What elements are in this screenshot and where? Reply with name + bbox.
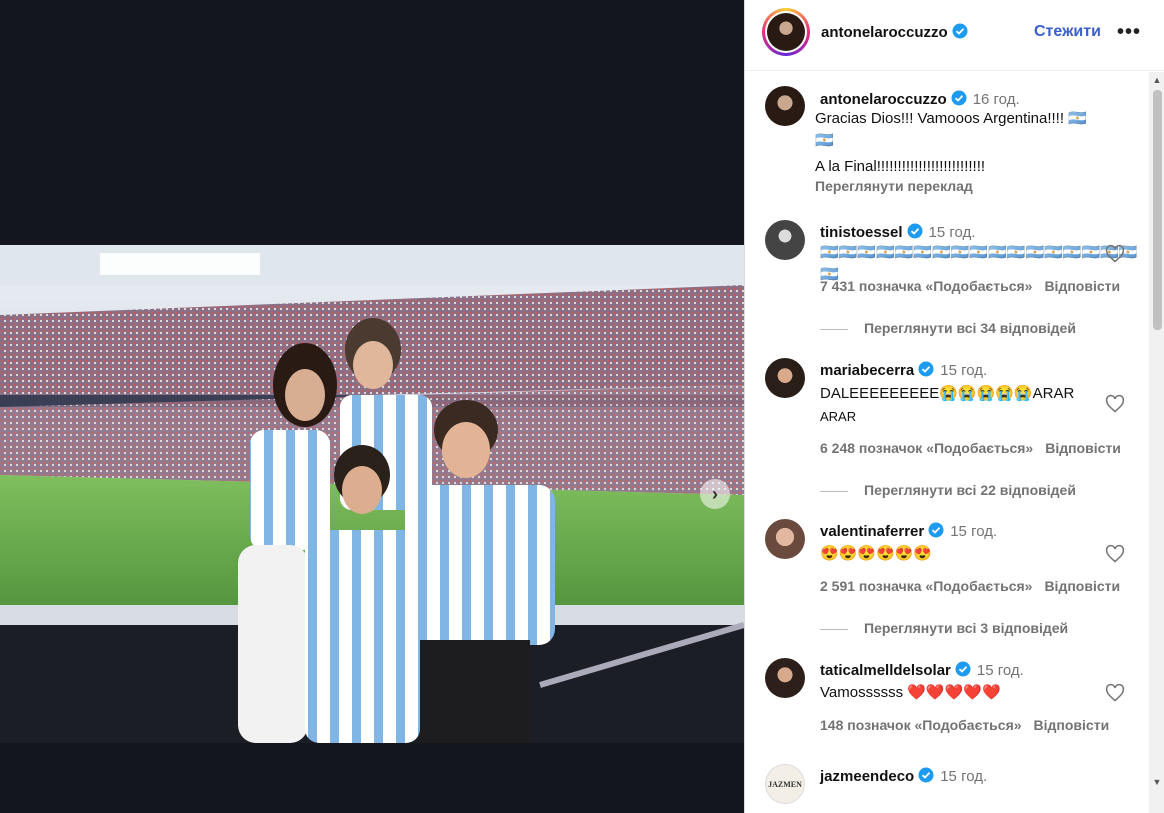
view-replies-label: Переглянути всі 34 відповідей (864, 320, 1076, 336)
scroll-down-arrow-icon[interactable]: ▼ (1149, 774, 1164, 790)
view-replies-button[interactable]: Переглянути всі 3 відповідей (820, 620, 1068, 636)
post-photo[interactable] (0, 245, 744, 743)
like-heart-icon[interactable] (1105, 683, 1125, 703)
chevron-right-icon: › (712, 484, 718, 504)
see-translation-link[interactable]: Переглянути переклад (815, 178, 973, 194)
comment-time[interactable]: 15 год. (950, 523, 997, 540)
caption-text-line: Gracias Dios!!! Vamooos Argentina!!!! 🇦🇷 (815, 110, 1087, 127)
commenter-username[interactable]: tinistoessel (820, 224, 903, 241)
caption-username[interactable]: antonelaroccuzzo (820, 91, 947, 108)
like-heart-icon[interactable] (1105, 394, 1125, 414)
view-replies-button[interactable]: Переглянути всі 34 відповідей (820, 320, 1076, 336)
scroll-up-arrow-icon[interactable]: ▲ (1149, 72, 1164, 88)
comment-time[interactable]: 15 год. (977, 662, 1024, 679)
next-media-button[interactable]: › (700, 479, 730, 509)
verified-icon (955, 661, 971, 677)
caption-text-line: 🇦🇷 (815, 132, 834, 149)
more-options-icon[interactable]: ••• (1117, 21, 1141, 44)
commenter-username[interactable]: mariabecerra (820, 362, 914, 379)
reply-button[interactable]: Відповісти (1045, 440, 1121, 456)
comment-time[interactable]: 15 год. (929, 224, 976, 241)
like-heart-icon[interactable] (1105, 244, 1125, 264)
comment-likes-count[interactable]: 7 431 позначка «Подобається» (820, 278, 1032, 294)
scrollbar-thumb[interactable] (1153, 90, 1162, 330)
commenter-avatar[interactable]: JAZMEN (765, 764, 805, 804)
caption-text-line: A la Final!!!!!!!!!!!!!!!!!!!!!!!!!! (815, 158, 986, 175)
post-header: antonelaroccuzzo Стежити ••• (745, 0, 1164, 71)
verified-icon (918, 361, 934, 377)
reply-button[interactable]: Відповісти (1044, 578, 1120, 594)
caption-time[interactable]: 16 год. (973, 91, 1020, 108)
comment-likes-count[interactable]: 6 248 позначок «Подобається» (820, 440, 1033, 456)
comment-text: 😍😍😍😍😍😍 (820, 545, 933, 562)
commenter-avatar[interactable] (765, 358, 805, 398)
verified-icon (928, 522, 944, 538)
comment-time[interactable]: 15 год. (940, 768, 987, 785)
commenter-username[interactable]: jazmeendeco (820, 768, 914, 785)
follow-button[interactable]: Стежити (1034, 23, 1101, 41)
view-replies-label: Переглянути всі 22 відповідей (864, 482, 1076, 498)
comments-scrollbar[interactable]: ▲ ▼ (1149, 72, 1164, 813)
author-username[interactable]: antonelaroccuzzo (821, 24, 948, 41)
avatar-logo-text: JAZMEN (768, 779, 802, 789)
commenter-username[interactable]: valentinaferrer (820, 523, 924, 540)
post-side-panel: antonelaroccuzzo Стежити ••• antonelaroc… (744, 0, 1164, 813)
comment-time[interactable]: 15 год. (940, 362, 987, 379)
comment-likes-count[interactable]: 148 позначок «Подобається» (820, 717, 1022, 733)
commenter-avatar[interactable] (765, 220, 805, 260)
comment-likes-count[interactable]: 2 591 позначка «Подобається» (820, 578, 1032, 594)
comment-text: Vamossssss ❤️❤️❤️❤️❤️ (820, 684, 1001, 701)
commenter-avatar[interactable] (765, 519, 805, 559)
verified-icon (918, 767, 934, 783)
like-heart-icon[interactable] (1105, 544, 1125, 564)
reply-button[interactable]: Відповісти (1044, 278, 1120, 294)
view-replies-label: Переглянути всі 3 відповідей (864, 620, 1069, 636)
comment-text: DALEEEEEEEEE😭😭😭😭😭ARAR (820, 385, 1075, 402)
view-replies-button[interactable]: Переглянути всі 22 відповідей (820, 482, 1076, 498)
reply-button[interactable]: Відповісти (1034, 717, 1110, 733)
verified-icon (951, 90, 967, 106)
commenter-avatar[interactable] (765, 658, 805, 698)
verified-icon (907, 223, 923, 239)
commenter-username[interactable]: taticalmelldelsolar (820, 662, 951, 679)
comment-text-cont: ARAR (820, 409, 857, 424)
verified-icon (952, 23, 968, 39)
comments-list[interactable]: antonelaroccuzzo 16 год. Gracias Dios!!! … (745, 72, 1149, 813)
post-media-area: › (0, 0, 744, 813)
author-avatar[interactable] (762, 8, 810, 56)
caption-avatar[interactable] (765, 86, 805, 126)
